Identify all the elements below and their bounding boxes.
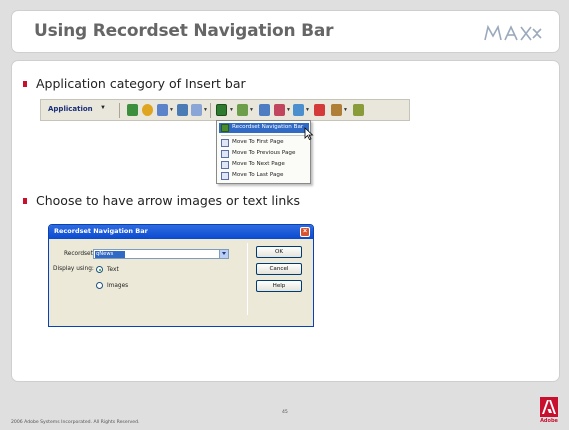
bullet-text: Application category of Insert bar [36, 76, 246, 91]
help-button[interactable]: Help [256, 280, 302, 292]
menu-item-move-to-last-page[interactable]: Move To Last Page [219, 171, 309, 181]
xslt-transformation-icon[interactable] [353, 104, 364, 116]
menu-item-recordset-navigation-bar[interactable]: Recordset Navigation Bar [219, 123, 309, 133]
menu-item-move-to-first-page[interactable]: Move To First Page [219, 138, 309, 148]
chevron-down-icon[interactable]: ▼ [249, 107, 254, 113]
chevron-down-icon[interactable]: ▼ [169, 107, 174, 113]
recordset-paging-menu: Recordset Navigation Bar Move To First P… [216, 120, 311, 184]
recordset-select-value: qNews [95, 251, 125, 258]
next-page-icon [221, 161, 229, 169]
chevron-down-icon[interactable]: ▼ [100, 105, 106, 111]
first-page-icon [221, 139, 229, 147]
bullet-marker [23, 81, 27, 87]
bullet-item: Choose to have arrow images or text link… [23, 193, 301, 208]
toolbar-separator [119, 103, 120, 118]
recordset-paging-icon[interactable] [216, 104, 227, 116]
dialog-separator [247, 243, 248, 315]
toolbar-separator [210, 103, 211, 118]
chevron-down-icon[interactable]: ▼ [305, 107, 310, 113]
close-icon[interactable]: × [300, 227, 310, 237]
slide-content: Application category of Insert bar Appli… [11, 60, 560, 382]
user-authentication-icon[interactable] [331, 104, 342, 116]
recordset-navigation-bar-dialog: Recordset Navigation Bar × Recordset: qN… [48, 224, 314, 327]
chevron-down-icon[interactable]: ▼ [343, 107, 348, 113]
cancel-button[interactable]: Cancel [256, 263, 302, 275]
last-page-icon [221, 172, 229, 180]
max-logo [484, 24, 542, 41]
images-radio[interactable] [96, 282, 103, 289]
menu-item-move-to-next-page[interactable]: Move To Next Page [219, 160, 309, 170]
images-radio-label: Images [107, 283, 129, 289]
adobe-wordmark: Adobe [540, 418, 558, 424]
recordset-select[interactable]: qNews [93, 249, 229, 259]
mouse-cursor-icon [304, 127, 314, 140]
page-number: 45 [282, 410, 288, 415]
recordset-label: Recordset: [64, 251, 95, 257]
ok-button[interactable]: OK [256, 246, 302, 258]
insert-bar-toolbar: Application ▼ ▼ ▼ ▼ ▼ ▼ ▼ ▼ [40, 99, 410, 121]
chevron-down-icon[interactable]: ▼ [203, 107, 208, 113]
copyright-text: 2006 Adobe Systems Incorporated. All Rig… [11, 420, 140, 425]
text-radio-label: Text [107, 267, 119, 273]
slide: Using Recordset Navigation Bar Applicati… [0, 0, 569, 430]
show-region-icon[interactable] [191, 104, 202, 116]
delete-record-icon[interactable] [314, 104, 325, 116]
go-to-detail-icon[interactable] [237, 104, 248, 116]
navigation-bar-icon [221, 124, 229, 132]
menu-item-move-to-previous-page[interactable]: Move To Previous Page [219, 149, 309, 159]
insert-record-icon[interactable] [274, 104, 285, 116]
category-dropdown[interactable]: Application [48, 105, 93, 113]
update-record-icon[interactable] [293, 104, 304, 116]
stored-procedure-icon[interactable] [142, 104, 153, 116]
master-detail-icon[interactable] [259, 104, 270, 116]
display-using-label: Display using: [53, 266, 94, 272]
repeated-region-icon[interactable] [177, 104, 188, 116]
dialog-title: Recordset Navigation Bar [54, 227, 148, 235]
text-radio[interactable] [96, 266, 103, 273]
chevron-down-icon[interactable]: ▼ [229, 107, 234, 113]
chevron-down-icon[interactable]: ▼ [286, 107, 291, 113]
dynamic-data-icon[interactable] [157, 104, 168, 116]
bullet-marker [23, 198, 27, 204]
slide-title: Using Recordset Navigation Bar [34, 21, 334, 41]
previous-page-icon [221, 150, 229, 158]
adobe-logo-icon [540, 397, 558, 417]
chevron-down-icon[interactable] [219, 250, 228, 258]
recordset-icon[interactable] [127, 104, 138, 116]
menu-separator [221, 135, 307, 136]
dialog-titlebar: Recordset Navigation Bar × [49, 225, 313, 239]
bullet-text: Choose to have arrow images or text link… [36, 193, 301, 208]
title-bar: Using Recordset Navigation Bar [11, 10, 560, 53]
bullet-item: Application category of Insert bar [23, 76, 246, 91]
